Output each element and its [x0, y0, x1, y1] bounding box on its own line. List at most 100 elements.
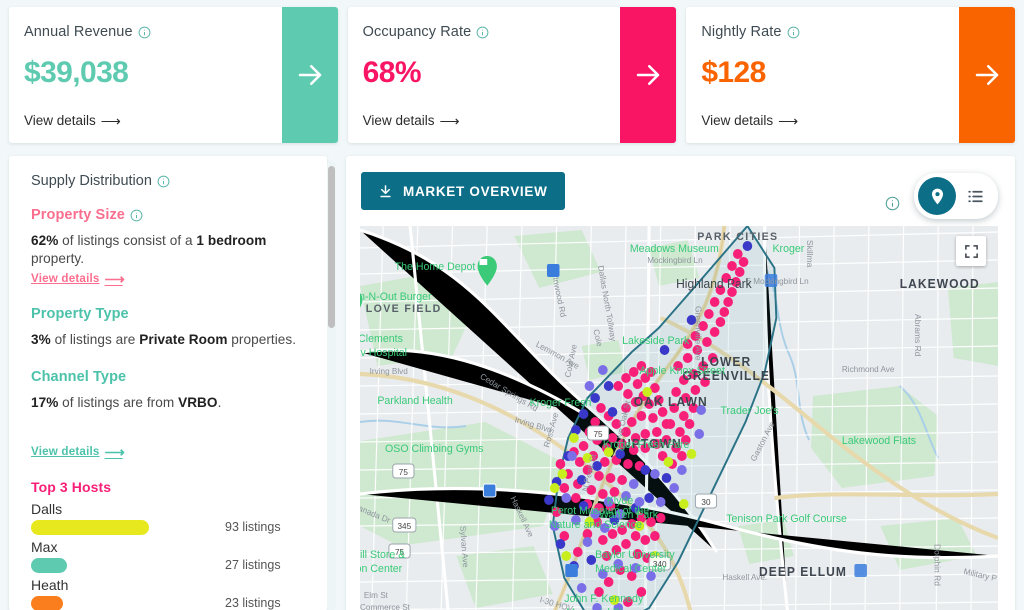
- kpi-card-nightly-rate[interactable]: Nightly Rate $128 View details ⟶: [686, 7, 1016, 143]
- supply-distribution-panel-wrap: Supply Distribution Property Size 62% of…: [9, 156, 336, 610]
- kpi-card-annual-revenue[interactable]: Annual Revenue $39,038 View details ⟶: [9, 7, 338, 143]
- kpi-view-details-label: View details: [24, 113, 96, 128]
- svg-text:will Store &: will Store &: [360, 549, 406, 561]
- section-property-size: Property Size 62% of listings consist of…: [31, 207, 311, 287]
- section-text-mid: of listings consist of a: [58, 233, 197, 248]
- svg-text:Greenville Ave: Greenville Ave: [693, 306, 703, 361]
- toggle-map-view-button[interactable]: [918, 177, 956, 215]
- host-name: Max: [31, 538, 58, 555]
- host-name: Heath: [31, 576, 69, 593]
- map-canvas[interactable]: 75 75 345 30 75 340 Inwood Rd Lemmon Ave…: [360, 226, 998, 610]
- kpi-title: Occupancy Rate: [363, 24, 605, 40]
- kpi-row: Annual Revenue $39,038 View details ⟶ Oc…: [0, 0, 1024, 150]
- view-details-label: View details: [31, 272, 100, 286]
- svg-text:Apple Knox Street: Apple Knox Street: [639, 365, 724, 377]
- section-text-end: property.: [31, 251, 85, 267]
- host-count: 27 listings: [225, 558, 281, 573]
- download-icon: [380, 184, 391, 197]
- info-icon[interactable]: [885, 196, 900, 211]
- svg-text:75: 75: [593, 429, 602, 439]
- view-toggle: [914, 173, 998, 219]
- map-graphic[interactable]: 75 75 345 30 75 340 Inwood Rd Lemmon Ave…: [360, 226, 998, 610]
- info-icon[interactable]: [130, 209, 143, 222]
- kpi-view-details-link[interactable]: View details ⟶: [363, 113, 605, 133]
- section-view-details-link[interactable]: View details ⟶: [31, 270, 125, 287]
- sidebar-scrollbar-thumb[interactable]: [328, 166, 335, 328]
- kpi-title-label: Nightly Rate: [701, 24, 782, 40]
- host-bar-line: 27 listings: [31, 557, 311, 573]
- arrow-right-icon: ⟶: [439, 112, 459, 129]
- arrow-right-icon: ⟶: [100, 112, 121, 129]
- section-text-mid: of listings are from: [58, 394, 179, 410]
- kpi-body: Occupancy Rate 68% View details ⟶: [348, 7, 621, 143]
- supply-view-details-link[interactable]: View details ⟶: [31, 445, 125, 459]
- host-name: Dalls: [31, 500, 63, 517]
- fullscreen-button[interactable]: [956, 236, 986, 266]
- supply-distribution-heading: Supply Distribution: [31, 173, 311, 189]
- host-row: Dalls 93 listings: [31, 501, 311, 535]
- svg-text:Warren Park: Warren Park: [599, 509, 659, 521]
- host-bar-line: 93 listings: [31, 519, 311, 535]
- sidebar-scrollbar-track[interactable]: [327, 161, 336, 610]
- map-toolbar: MARKET OVERVIEW: [346, 156, 1015, 226]
- svg-text:LAKEWOOD: LAKEWOOD: [900, 277, 980, 291]
- svg-text:In-N-Out Burger: In-N-Out Burger: [360, 291, 432, 303]
- market-overview-button[interactable]: MARKET OVERVIEW: [361, 172, 565, 210]
- section-highlight: Private Room: [139, 332, 228, 348]
- host-bar-line: 23 listings: [31, 595, 311, 610]
- section-channel-type: Channel Type 17% of listings are from VR…: [31, 369, 311, 412]
- svg-text:Lakeside Park: Lakeside Park: [622, 335, 690, 347]
- kpi-card-occupancy-rate[interactable]: Occupancy Rate 68% View details ⟶: [347, 7, 677, 143]
- svg-text:Commerce St: Commerce St: [360, 602, 411, 610]
- info-icon[interactable]: [787, 26, 800, 39]
- svg-text:Klyde: Klyde: [607, 495, 634, 507]
- kpi-view-details-label: View details: [701, 113, 774, 128]
- svg-text:Kroger: Kroger: [772, 243, 804, 255]
- host-bar: [31, 595, 63, 610]
- kpi-title: Annual Revenue: [24, 24, 266, 40]
- arrow-right-icon: ⟶: [104, 270, 125, 287]
- map-pin-icon: [931, 188, 943, 204]
- host-row: Heath 23 listings: [31, 577, 311, 610]
- svg-text:Highland Park: Highland Park: [676, 277, 752, 291]
- svg-text:tion Center: tion Center: [360, 563, 403, 575]
- info-icon[interactable]: [476, 26, 489, 39]
- info-icon[interactable]: [138, 26, 151, 39]
- svg-text:Abrams Rd: Abrams Rd: [913, 314, 923, 357]
- section-property-type: Property Type 3% of listings are Private…: [31, 306, 311, 349]
- kpi-title-label: Annual Revenue: [24, 24, 133, 40]
- svg-text:Dolphin Rd: Dolphin Rd: [932, 544, 942, 586]
- view-details-label: View details: [31, 445, 100, 459]
- svg-text:Lakewood Flats: Lakewood Flats: [842, 435, 917, 447]
- svg-text:Trader Joe's: Trader Joe's: [720, 405, 779, 417]
- kpi-arrow-button[interactable]: [959, 7, 1016, 143]
- kpi-view-details-link[interactable]: View details ⟶: [701, 113, 943, 133]
- lower-row: Supply Distribution Property Size 62% of…: [0, 150, 1024, 610]
- svg-text:Kroger Fresh Fare: Kroger Fresh Fare: [603, 439, 690, 451]
- svg-text:E Mockingbird Ln: E Mockingbird Ln: [745, 276, 809, 286]
- list-icon: [967, 190, 983, 202]
- toggle-list-view-button[interactable]: [956, 177, 994, 215]
- svg-text:Parkland Health: Parkland Health: [377, 395, 452, 407]
- svg-text:Univ Hospital: Univ Hospital: [360, 347, 407, 359]
- map-toolbar-right: [885, 172, 998, 226]
- section-stat-text: 3% of listings are Private Room properti…: [31, 331, 311, 349]
- section-text-end: properties.: [227, 332, 297, 348]
- section-stat: 62%: [31, 233, 59, 248]
- svg-text:Meadows Museum: Meadows Museum: [630, 243, 719, 255]
- fullscreen-icon: [964, 244, 978, 258]
- kpi-view-details-label: View details: [362, 113, 435, 128]
- host-row: Max 27 listings: [31, 539, 311, 573]
- kpi-view-details-link[interactable]: View details ⟶: [24, 113, 266, 133]
- section-text-end: .: [217, 394, 222, 410]
- svg-text:PARK CITIES: PARK CITIES: [697, 231, 778, 243]
- section-title: Property Size: [31, 207, 311, 223]
- top-hosts-title: Top 3 Hosts: [31, 478, 112, 495]
- map-panel: MARKET OVERVIEW 75 75 345 30 75 340 Inwo…: [346, 156, 1015, 610]
- svg-text:Skillma: Skillma: [805, 240, 815, 268]
- section-title: Property Type: [31, 306, 311, 322]
- kpi-arrow-button[interactable]: [281, 7, 338, 143]
- dashboard-root: Annual Revenue $39,038 View details ⟶ Oc…: [0, 0, 1024, 610]
- info-icon[interactable]: [157, 175, 170, 188]
- kpi-arrow-button[interactable]: [620, 7, 677, 143]
